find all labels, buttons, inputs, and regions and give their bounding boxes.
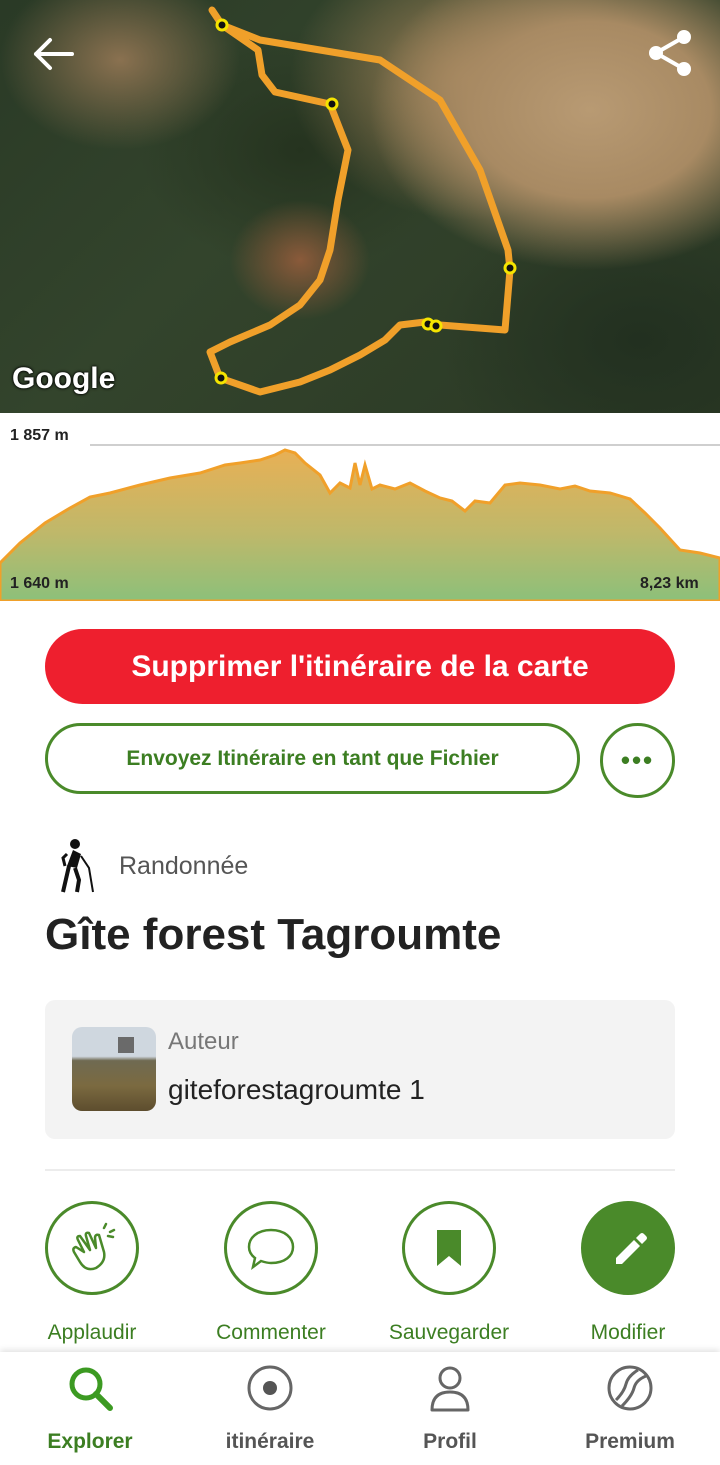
more-options-button[interactable]: •••	[600, 723, 675, 798]
save-button[interactable]: Sauvegarder	[374, 1201, 524, 1345]
elevation-profile[interactable]: 1 857 m 1 640 m 8,23 km	[0, 413, 720, 601]
search-icon	[64, 1362, 116, 1414]
nav-premium-label: Premium	[585, 1430, 675, 1453]
nav-premium[interactable]: Premium	[540, 1352, 720, 1465]
back-arrow-icon[interactable]	[30, 34, 76, 74]
premium-icon	[604, 1362, 656, 1414]
divider	[45, 1169, 675, 1171]
route-title: Gîte forest Tagroumte	[45, 910, 502, 959]
send-file-button[interactable]: Envoyez Itinéraire en tant que Fichier	[45, 723, 580, 794]
applaud-label: Applaudir	[47, 1321, 137, 1344]
nav-explore[interactable]: Explorer	[0, 1352, 180, 1465]
save-label: Sauvegarder	[388, 1321, 510, 1344]
applaud-icon	[45, 1201, 139, 1295]
author-name: giteforestagroumte 1	[168, 1074, 425, 1105]
pencil-icon	[581, 1201, 675, 1295]
route-line	[206, 6, 517, 396]
edit-button[interactable]: Modifier	[553, 1201, 703, 1345]
activity-label: Randonnée	[119, 851, 249, 880]
nav-profile-label: Profil	[423, 1430, 477, 1453]
activity-type: Randonnée	[55, 838, 248, 894]
distance-label: 8,23 km	[640, 575, 699, 592]
edit-label: Modifier	[590, 1321, 666, 1344]
remove-route-button[interactable]: Supprimer l'itinéraire de la carte	[45, 629, 675, 704]
record-icon	[244, 1362, 296, 1414]
elevation-max-label: 1 857 m	[10, 427, 69, 444]
author-label: Auteur	[168, 1028, 239, 1055]
bookmark-icon	[402, 1201, 496, 1295]
bottom-navigation: Explorer itinéraire Profil Premium	[0, 1352, 720, 1465]
profile-icon	[424, 1362, 476, 1414]
nav-explore-label: Explorer	[47, 1430, 133, 1453]
author-card[interactable]: Auteur giteforestagroumte 1	[45, 1000, 675, 1139]
applaud-button[interactable]: Applaudir	[17, 1201, 167, 1345]
elevation-min-label: 1 640 m	[10, 575, 69, 592]
google-logo: Google	[12, 362, 116, 395]
author-avatar	[72, 1027, 156, 1111]
route-map[interactable]: Google	[0, 0, 720, 413]
nav-profile[interactable]: Profil	[360, 1352, 540, 1465]
comment-icon	[224, 1201, 318, 1295]
nav-route-label: itinéraire	[225, 1430, 315, 1453]
comment-button[interactable]: Commenter	[196, 1201, 346, 1345]
share-icon[interactable]	[646, 28, 694, 78]
more-dots-icon: •••	[620, 745, 655, 775]
nav-route[interactable]: itinéraire	[180, 1352, 360, 1465]
comment-label: Commenter	[216, 1321, 326, 1344]
hiker-icon	[55, 838, 99, 894]
